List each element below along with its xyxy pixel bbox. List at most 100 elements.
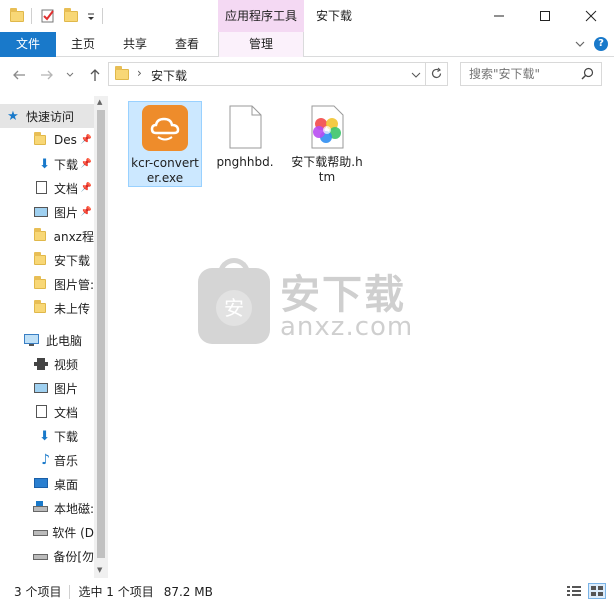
nav-label: 文档 [54,181,79,196]
ribbon-tabs: 文件 主页 共享 查看 管理 ? [0,32,614,57]
download-arrow-icon: ⬇ [39,156,50,172]
folder-icon [0,296,54,320]
nav-item-pictures-pinned[interactable]: 图片 📌 [0,200,94,224]
nav-label: 下载 [54,429,79,444]
nav-item-anxiazai[interactable]: 安下载 [0,248,94,272]
tab-home[interactable]: 主页 [62,32,104,57]
nav-label: Des [54,133,77,147]
search-input[interactable] [461,63,575,85]
tab-share[interactable]: 共享 [114,32,156,57]
nav-item-pictures[interactable]: 图片 [0,376,94,400]
help-icon[interactable]: ? [594,37,608,51]
address-row: › 安下载 [0,57,614,93]
nav-quick-access[interactable]: ★ 快速访问 [0,104,94,128]
nav-item-not-uploaded[interactable]: 未上传 [0,296,94,320]
nav-label: 此电脑 [46,333,83,348]
nav-label: 图片 [54,205,79,220]
properties-check-icon[interactable] [40,8,56,23]
nav-item-documents[interactable]: 文档 [0,400,94,424]
nav-item-picture-manager[interactable]: 图片管: [0,272,94,296]
tab-file[interactable]: 文件 [0,32,56,57]
maximize-button[interactable] [522,0,568,32]
customize-toolbar-icon[interactable] [86,8,102,22]
picture-icon [0,200,54,224]
nav-label: 快速访问 [26,109,75,124]
minimize-button[interactable] [476,0,522,32]
nav-scrollbar[interactable]: ▲ ▼ [94,96,108,578]
bag-logo: 安 [198,258,270,344]
drive-icon [0,496,54,520]
nav-item-anxz[interactable]: anxz程 [0,224,94,248]
title-bar: 应用程序工具 安下载 [0,0,614,32]
nav-item-videos[interactable]: 视频 [0,352,94,376]
nav-item-desktop-pinned[interactable]: Des 📌 [0,128,94,152]
download-arrow-icon: ⬇ [39,428,50,444]
pin-icon: 📌 [80,135,92,145]
breadcrumb-separator[interactable]: › [137,66,142,80]
file-item[interactable]: 安下载帮助.htm [290,101,364,187]
file-name: 安下载帮助.htm [291,155,363,184]
recent-locations-dropdown[interactable] [64,66,76,84]
forward-button[interactable] [38,66,56,84]
window-title: 安下载 [316,9,353,23]
status-item-count: 3 个项目 [14,585,62,599]
video-icon [0,352,54,376]
nav-label: anxz程 [53,229,94,244]
tab-manage[interactable]: 管理 [218,32,304,57]
nav-item-downloads[interactable]: ⬇ 下载 [0,424,94,448]
nav-label: 文档 [54,405,79,420]
watermark-badge: 安 [216,290,252,326]
search-box[interactable] [460,62,602,86]
file-item[interactable]: kcr-converter.exe [128,101,202,187]
nav-item-local-disk[interactable]: 本地磁: [0,496,94,520]
nav-label: 安下载 [54,253,91,268]
breadcrumb[interactable]: 安下载 [151,67,187,84]
address-bar[interactable]: › 安下载 [108,62,448,86]
refresh-icon[interactable] [430,67,443,83]
file-item[interactable]: pnghhbd. [208,101,282,181]
large-icons-view-icon[interactable] [588,583,606,599]
folder-icon [0,224,54,248]
details-view-icon[interactable] [566,584,582,598]
watermark: 安 安下载 anxz.com [198,258,438,350]
up-button[interactable] [86,66,104,84]
close-button[interactable] [568,0,614,32]
drive-icon [0,544,53,568]
star-icon: ★ [7,108,19,124]
nav-label: 音乐 [54,453,79,468]
divider [69,584,71,599]
pin-icon: 📌 [80,159,92,169]
app-cloud-icon [142,105,188,151]
picture-icon [0,376,54,400]
nav-item-documents-pinned[interactable]: 文档 📌 [0,176,94,200]
music-icon: ♪ [41,452,50,468]
scroll-down-icon[interactable]: ▼ [97,566,102,574]
folder-icon [115,66,129,80]
file-name: pnghhbd. [216,155,274,169]
back-button[interactable] [10,66,28,84]
nav-label: 软件 (D [52,525,94,540]
scroll-up-icon[interactable]: ▲ [97,98,102,106]
nav-item-desktop[interactable]: 桌面 [0,472,94,496]
nav-item-downloads-pinned[interactable]: ⬇ 下载 📌 [0,152,94,176]
address-dropdown-icon[interactable] [411,69,421,83]
folder-icon [10,8,26,22]
nav-label: 图片 [54,381,79,396]
scrollbar-thumb[interactable] [97,110,105,558]
nav-this-pc[interactable]: 此电脑 [0,328,94,352]
status-size: 87.2 MB [163,584,213,599]
new-folder-icon[interactable] [64,8,80,22]
nav-label: 图片管: [53,277,94,292]
tab-view[interactable]: 查看 [166,32,208,57]
divider [425,63,426,85]
nav-item-music[interactable]: ♪ 音乐 [0,448,94,472]
nav-item-software-drive[interactable]: 软件 (D [0,520,94,544]
nav-label: 桌面 [54,477,79,492]
context-tab-header: 应用程序工具 [218,0,304,32]
folder-icon [0,248,54,272]
nav-item-backup-drive[interactable]: 备份[勿 [0,544,94,568]
folder-icon [0,272,54,296]
chevron-down-icon[interactable] [574,38,586,53]
blank-file-icon [228,105,262,149]
search-icon[interactable] [581,67,594,83]
